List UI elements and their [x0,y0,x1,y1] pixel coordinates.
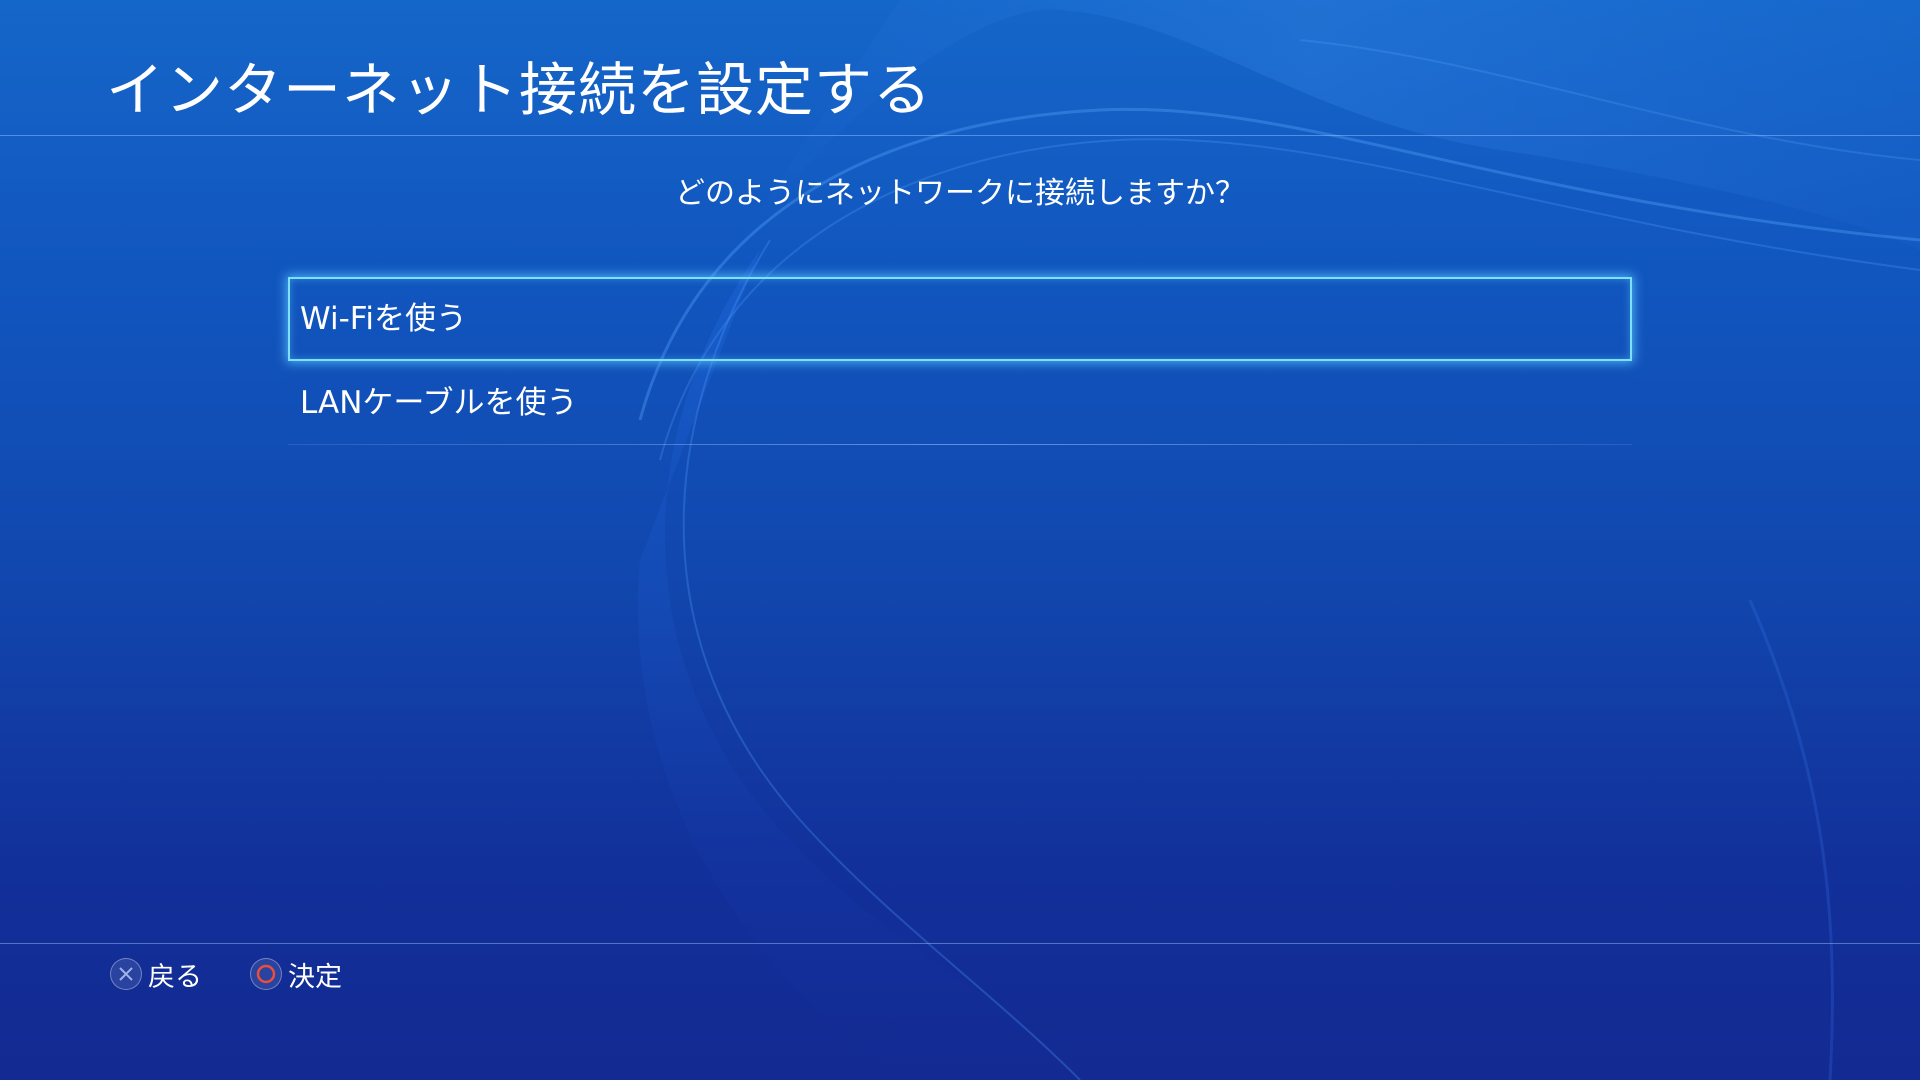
confirm-label: 決定 [288,961,342,993]
confirm-hint[interactable]: 決定 [250,955,342,994]
connection-options-list: Wi-Fiを使う LANケーブルを使う [288,277,1632,445]
header-divider [0,135,1920,136]
page-title: インターネット接続を設定する [106,56,933,124]
back-hint[interactable]: 戻る [110,955,202,994]
button-hints: 戻る 決定 [110,952,390,996]
option-lan-cable[interactable]: LANケーブルを使う [288,361,1632,445]
background-waves [638,0,1920,1080]
option-wifi[interactable]: Wi-Fiを使う [288,277,1632,361]
circle-button-icon [250,958,282,990]
cross-button-icon [110,958,142,990]
back-label: 戻る [148,961,202,993]
footer-divider [0,943,1920,944]
list-divider [288,444,1632,445]
connection-question: どのようにネットワークに接続しますか？ [675,176,1245,211]
